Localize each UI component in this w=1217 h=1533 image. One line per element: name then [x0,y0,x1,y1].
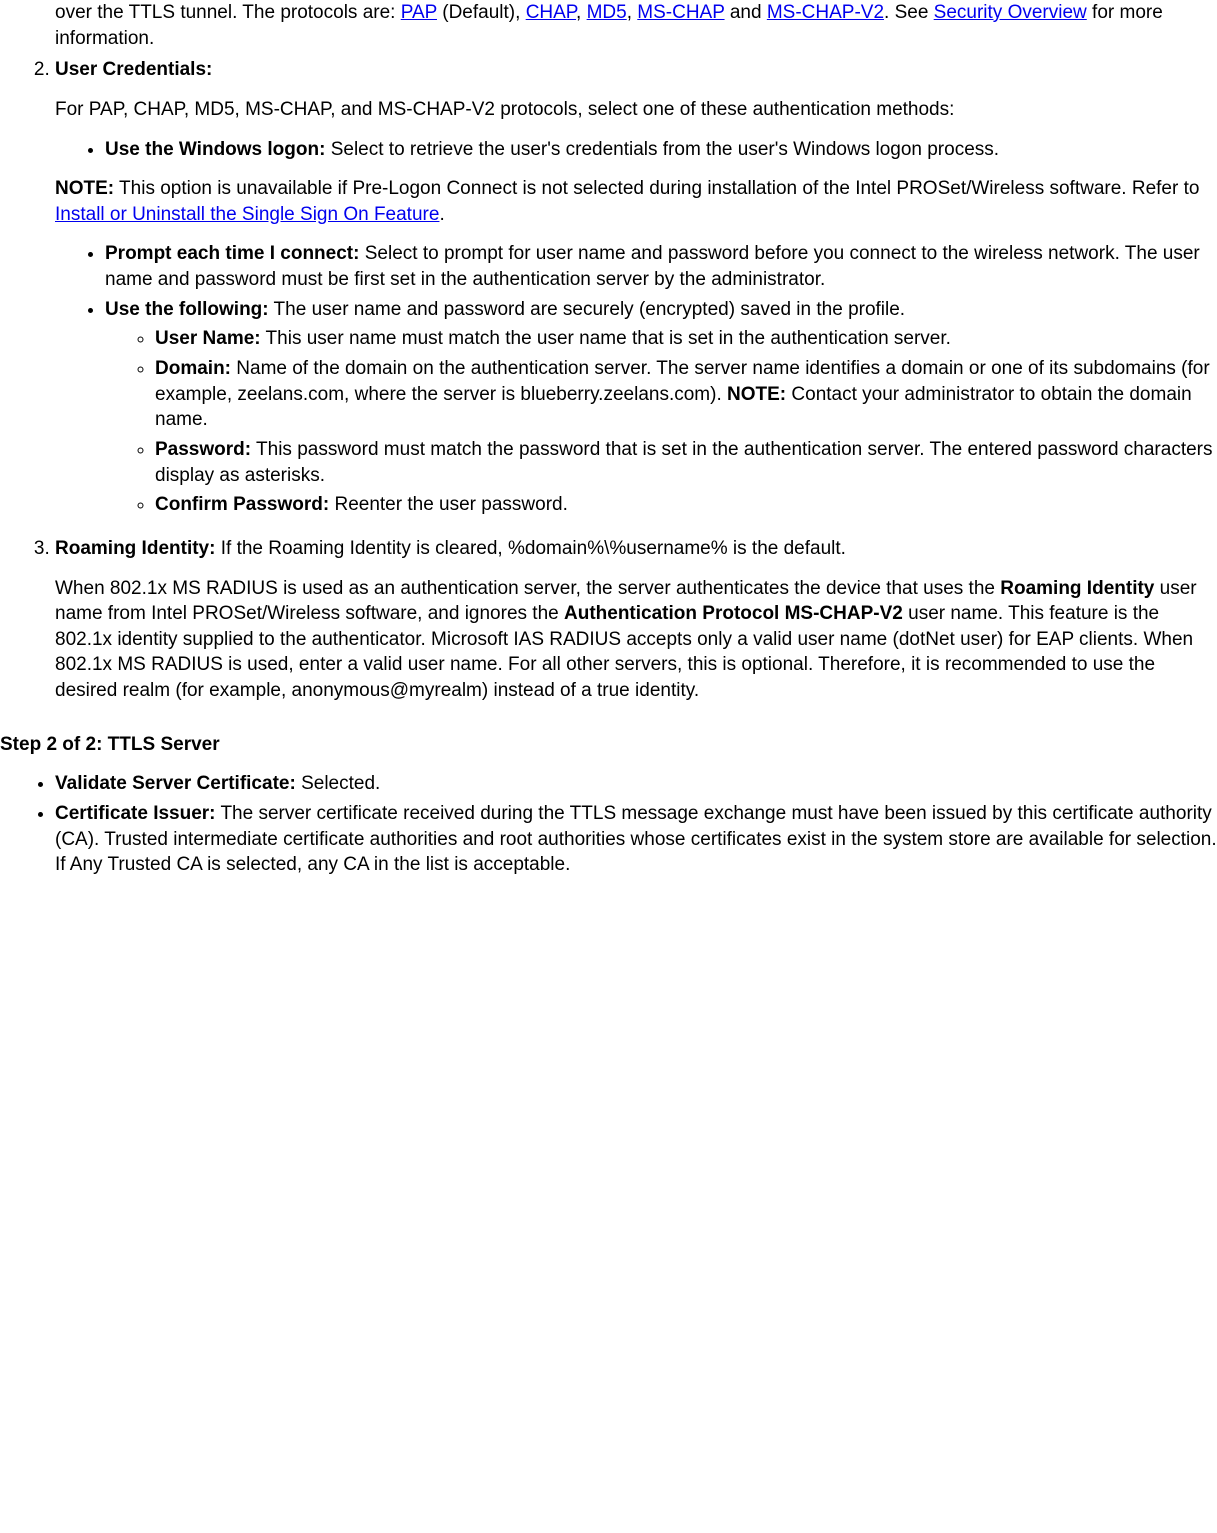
confirm-password-label: Confirm Password: [155,494,329,515]
text: (Default), [437,2,526,23]
note-label: NOTE: [55,178,114,199]
user-credentials-intro: For PAP, CHAP, MD5, MS-CHAP, and MS-CHAP… [55,97,1217,123]
cert-issuer-label: Certificate Issuer: [55,803,216,824]
text: , [627,2,638,23]
note-block: NOTE: This option is unavailable if Pre-… [55,176,1217,227]
text: over the TTLS tunnel. The protocols are: [55,2,401,23]
sub-domain: Domain: Name of the domain on the authen… [155,356,1217,433]
roaming-identity-detail: When 802.1x MS RADIUS is used as an auth… [55,576,1217,704]
password-label: Password: [155,439,251,460]
roaming-identity-label: Roaming Identity: [55,538,215,559]
text: and [725,2,767,23]
bullet-cert-issuer: Certificate Issuer: The server certifica… [55,801,1217,878]
user-name-text: This user name must match the user name … [261,328,951,349]
protocol-fragment: over the TTLS tunnel. The protocols are:… [0,0,1217,51]
bullet-use-following: Use the following: The user name and pas… [105,297,1217,518]
use-following-text: The user name and password are securely … [269,299,905,320]
link-mschapv2[interactable]: MS-CHAP-V2 [767,2,884,23]
link-pap[interactable]: PAP [401,2,437,23]
user-credentials-heading: User Credentials: [55,59,212,80]
text: When 802.1x MS RADIUS is used as an auth… [55,578,1000,599]
windows-logon-text: Select to retrieve the user's credential… [325,139,999,160]
validate-cert-text: Selected. [296,773,381,794]
note-text: This option is unavailable if Pre-Logon … [114,178,1199,199]
windows-logon-label: Use the Windows logon: [105,139,325,160]
password-text: This password must match the password th… [155,439,1213,486]
domain-note-label: NOTE: [727,384,786,405]
roaming-identity-term: Roaming Identity [1000,578,1154,599]
sub-user-name: User Name: This user name must match the… [155,326,1217,352]
list-item-user-credentials: User Credentials: For PAP, CHAP, MD5, MS… [55,57,1217,518]
user-name-label: User Name: [155,328,261,349]
roaming-identity-text: If the Roaming Identity is cleared, %dom… [215,538,846,559]
validate-cert-label: Validate Server Certificate: [55,773,296,794]
link-security-overview[interactable]: Security Overview [934,2,1087,23]
bullet-prompt-each-time: Prompt each time I connect: Select to pr… [105,241,1217,292]
bullet-windows-logon: Use the Windows logon: Select to retriev… [105,137,1217,163]
confirm-password-text: Reenter the user password. [329,494,568,515]
link-install-sso[interactable]: Install or Uninstall the Single Sign On … [55,204,439,225]
domain-label: Domain: [155,358,231,379]
auth-protocol-term: Authentication Protocol MS-CHAP-V2 [564,603,903,624]
prompt-label: Prompt each time I connect: [105,243,359,264]
link-md5[interactable]: MD5 [587,2,627,23]
link-chap[interactable]: CHAP [526,2,576,23]
list-item-roaming-identity: Roaming Identity: If the Roaming Identit… [55,536,1217,704]
sub-password: Password: This password must match the p… [155,437,1217,488]
cert-issuer-text: The server certificate received during t… [55,803,1217,875]
text: , [576,2,587,23]
bullet-validate-cert: Validate Server Certificate: Selected. [55,771,1217,797]
link-mschap[interactable]: MS-CHAP [637,2,724,23]
step2-heading: Step 2 of 2: TTLS Server [0,732,1217,758]
sub-confirm-password: Confirm Password: Reenter the user passw… [155,492,1217,518]
text: . See [884,2,934,23]
note-text-end: . [439,204,444,225]
use-following-label: Use the following: [105,299,269,320]
